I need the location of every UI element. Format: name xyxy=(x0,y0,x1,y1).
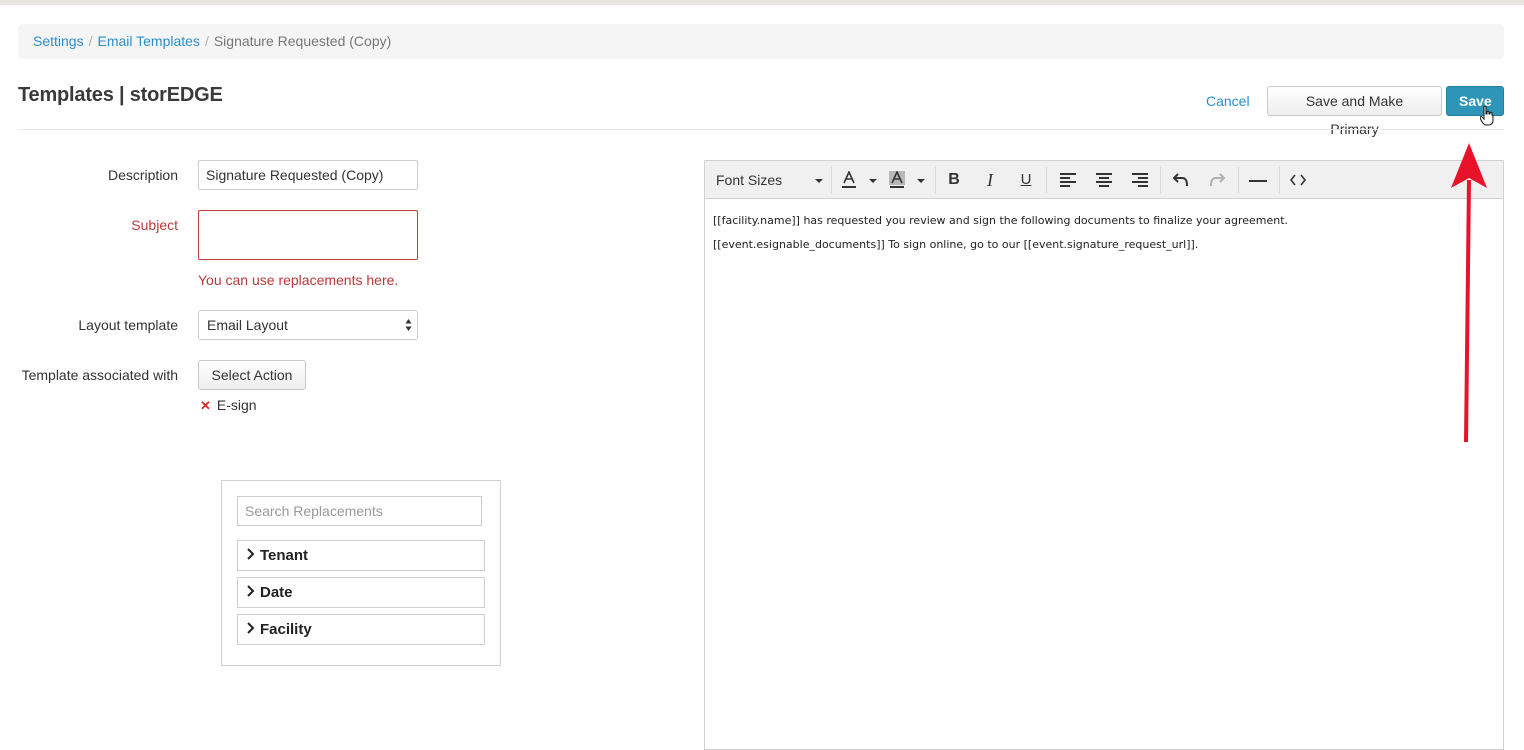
editor-content[interactable]: [[facility.name]] has requested you revi… xyxy=(713,209,1493,257)
align-left-icon xyxy=(1060,173,1076,187)
select-arrows-icon xyxy=(405,319,412,331)
toolbar-separator xyxy=(1160,167,1161,193)
bold-icon: B xyxy=(948,171,960,188)
annotation-arrow-icon xyxy=(1451,143,1487,443)
breadcrumb-current: Signature Requested (Copy) xyxy=(213,33,392,49)
chevron-down-icon xyxy=(917,179,925,183)
toolbar-separator xyxy=(1279,167,1280,193)
align-right-icon xyxy=(1132,173,1148,187)
breadcrumb: Settings / Email Templates / Signature Reque… xyxy=(18,24,1504,59)
toolbar-separator xyxy=(1046,167,1047,193)
replacement-group-label: Date xyxy=(260,584,293,601)
description-label: Description xyxy=(107,167,178,183)
remove-tag-icon[interactable]: ✕ xyxy=(200,398,211,413)
toolbar-separator xyxy=(1238,167,1239,193)
associated-tag-label: E-sign xyxy=(216,397,257,413)
align-center-icon xyxy=(1096,173,1112,187)
header-divider xyxy=(18,129,1504,130)
replacement-group-tenant[interactable]: Tenant xyxy=(237,540,485,571)
chevron-down-icon xyxy=(815,179,823,183)
cancel-link[interactable]: Cancel xyxy=(1206,93,1250,109)
replacement-group-date[interactable]: Date xyxy=(237,577,485,608)
subject-help-text: You can use replacements here. xyxy=(198,272,399,288)
editor-line: [[facility.name]] has requested you revi… xyxy=(713,214,1289,227)
italic-button[interactable]: I xyxy=(977,165,1003,195)
underline-button[interactable]: U xyxy=(1013,165,1039,195)
editor-toolbar: Font Sizes B I U xyxy=(705,161,1503,199)
select-action-button[interactable]: Select Action xyxy=(198,360,306,390)
page-title: Templates | storEDGE xyxy=(18,84,223,106)
save-and-make-primary-button[interactable]: Save and Make Primary xyxy=(1267,86,1442,137)
toolbar-separator xyxy=(935,167,936,193)
horizontal-rule-button[interactable] xyxy=(1245,165,1271,195)
rich-text-editor: Font Sizes B I U [[facility.name]] has r… xyxy=(704,160,1504,750)
align-left-button[interactable] xyxy=(1055,165,1081,195)
breadcrumb-separator: / xyxy=(204,33,209,49)
redo-icon xyxy=(1210,173,1225,187)
breadcrumb-link-email-templates[interactable]: Email Templates xyxy=(97,33,199,49)
save-button[interactable]: Save xyxy=(1446,86,1504,116)
replacement-group-label: Tenant xyxy=(260,547,309,564)
code-view-icon xyxy=(1290,174,1306,186)
background-color-icon xyxy=(889,171,905,188)
font-sizes-label: Font Sizes xyxy=(716,172,783,188)
chevron-down-icon xyxy=(869,179,877,183)
align-center-button[interactable] xyxy=(1091,165,1117,195)
undo-icon xyxy=(1173,173,1188,187)
italic-icon: I xyxy=(987,170,993,190)
search-replacements-input[interactable]: Search Replacements xyxy=(237,496,482,526)
code-view-button[interactable] xyxy=(1285,165,1311,195)
layout-template-value: Email Layout xyxy=(207,317,288,333)
subject-label: Subject xyxy=(131,217,178,233)
replacements-panel: Search Replacements Tenant Date Facility xyxy=(221,480,501,666)
subject-field[interactable] xyxy=(198,210,418,260)
underline-icon: U xyxy=(1020,171,1032,188)
chevron-right-icon xyxy=(247,622,255,634)
redo-button[interactable] xyxy=(1204,165,1230,195)
font-sizes-dropdown[interactable]: Font Sizes xyxy=(709,165,827,195)
font-color-button[interactable] xyxy=(837,165,881,195)
description-field[interactable]: Signature Requested (Copy) xyxy=(198,160,418,190)
font-color-icon xyxy=(842,171,856,188)
chevron-right-icon xyxy=(247,585,255,597)
toolbar-separator xyxy=(831,167,832,193)
associated-tag: ✕ E-sign xyxy=(200,397,257,414)
layout-template-select[interactable]: Email Layout xyxy=(198,310,418,340)
breadcrumb-separator: / xyxy=(88,33,93,49)
layout-template-label: Layout template xyxy=(78,317,178,333)
top-strip xyxy=(0,0,1524,5)
background-color-button[interactable] xyxy=(885,165,929,195)
template-associated-label: Template associated with xyxy=(21,367,178,383)
horizontal-rule-icon xyxy=(1249,180,1267,182)
hand-cursor-icon xyxy=(1480,106,1494,126)
editor-line: [[event.esignable_documents]] To sign on… xyxy=(713,238,1199,251)
replacement-group-facility[interactable]: Facility xyxy=(237,614,485,645)
undo-button[interactable] xyxy=(1168,165,1194,195)
align-right-button[interactable] xyxy=(1127,165,1153,195)
breadcrumb-link-settings[interactable]: Settings xyxy=(33,33,84,49)
replacement-group-label: Facility xyxy=(260,621,312,638)
chevron-right-icon xyxy=(247,548,255,560)
bold-button[interactable]: B xyxy=(941,165,967,195)
